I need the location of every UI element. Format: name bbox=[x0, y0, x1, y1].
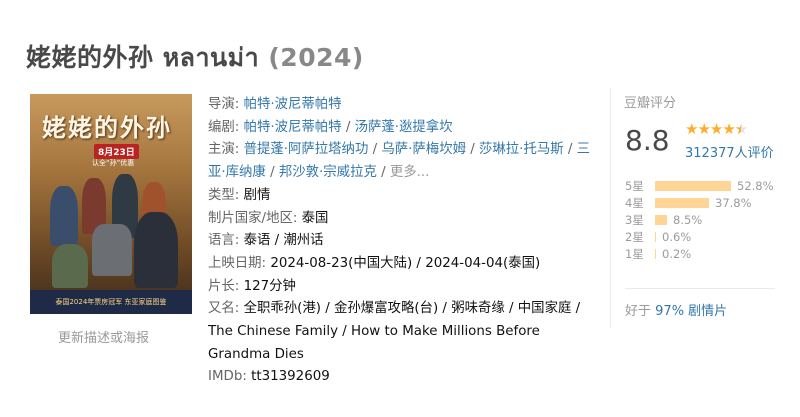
rating-bar-percent: 52.8% bbox=[737, 178, 774, 193]
language-value: 泰语 / 潮州话 bbox=[243, 233, 324, 249]
aka-label: 又名: bbox=[208, 301, 240, 317]
better-than-prefix: 好于 bbox=[625, 304, 652, 319]
release-label: 上映日期: bbox=[208, 255, 267, 271]
country-value: 泰国 bbox=[301, 210, 329, 226]
rating-panel-title: 豆瓣评分 bbox=[624, 96, 677, 111]
runtime-label: 片长: bbox=[208, 278, 240, 294]
rating-bar-percent: 0.2% bbox=[662, 246, 692, 261]
aka-row: 又名: 全职乖孙(港) / 金孙爆富攻略(台) / 粥味奇缘 / 中国家庭 / … bbox=[208, 298, 594, 366]
movie-name: 姥姥的外孙 หลานม่า bbox=[26, 43, 260, 72]
genre-label: 类型: bbox=[208, 187, 240, 203]
rating-bar-label: 2星 bbox=[625, 229, 644, 244]
poster-title: 姥姥的外孙 bbox=[42, 113, 172, 142]
language-row: 语言: 泰语 / 潮州话 bbox=[208, 230, 594, 253]
update-poster-link[interactable]: 更新描述或海报 bbox=[58, 327, 149, 346]
imdb-value: tt31392609 bbox=[251, 369, 330, 385]
rating-bar bbox=[655, 180, 731, 191]
rating-stars-icon: ★★★★★★ bbox=[685, 120, 748, 138]
imdb-row: IMDb: tt31392609 bbox=[208, 366, 594, 389]
genre-value: 剧情 bbox=[243, 187, 271, 203]
release-row: 上映日期: 2024-08-23(中国大陆) / 2024-04-04(泰国) bbox=[208, 253, 594, 276]
director-row: 导演: 帕特·波尼蒂帕特 bbox=[208, 94, 594, 117]
rating-bar bbox=[655, 214, 667, 225]
rating-bar-percent: 0.6% bbox=[662, 229, 692, 244]
writer-label: 编剧: bbox=[208, 119, 240, 135]
rating-bar bbox=[655, 197, 709, 208]
country-row: 制片国家/地区: 泰国 bbox=[208, 208, 594, 231]
rating-bar-percent: 8.5% bbox=[673, 212, 703, 227]
poster-banner: 泰国2024年票房冠军 东亚家庭图鉴 bbox=[30, 290, 192, 314]
movie-title: 姥姥的外孙 หลานม่า (2024) bbox=[26, 38, 364, 78]
director-link[interactable]: 帕特·波尼蒂帕特 bbox=[244, 97, 342, 112]
movie-info: 导演: 帕特·波尼蒂帕特 编剧: 帕特·波尼蒂帕特 / 汤萨蓬·逖提拿坎 主演:… bbox=[208, 94, 594, 389]
country-label: 制片国家/地区: bbox=[208, 210, 298, 226]
writer-link[interactable]: 汤萨蓬·逖提拿坎 bbox=[355, 120, 453, 135]
rating-bar-row[interactable]: 4星 37.8% bbox=[625, 194, 774, 211]
cast-row: 主演: 普提蓬·阿萨拉塔纳功 / 乌萨·萨梅坎姆 / 莎琳拉·托马斯 / 三亚·… bbox=[208, 142, 591, 181]
rating-bar-label: 5星 bbox=[625, 178, 644, 193]
cast-link[interactable]: 莎琳拉·托马斯 bbox=[479, 142, 564, 157]
rating-distribution: 5星 52.8% 4星 37.8% 3星 8.5% 2星 0.6% 1星 0.2… bbox=[625, 177, 774, 262]
rating-panel: 豆瓣评分 8.8 ★★★★★★ 312377人评价 5星 52.8% 4星 37… bbox=[610, 88, 799, 328]
rating-score: 8.8 bbox=[625, 124, 670, 157]
aka-value: 全职乖孙(港) / 金孙爆富攻略(台) / 粥味奇缘 / 中国家庭 / The … bbox=[208, 301, 581, 362]
rating-bar-label: 3星 bbox=[625, 212, 644, 227]
cast-more-link[interactable]: 更多... bbox=[390, 165, 430, 180]
runtime-value: 127分钟 bbox=[243, 278, 296, 294]
cast-link[interactable]: 乌萨·萨梅坎姆 bbox=[381, 142, 466, 157]
rating-bar-percent: 37.8% bbox=[715, 195, 752, 210]
release-value: 2024-08-23(中国大陆) / 2024-04-04(泰国) bbox=[270, 255, 541, 271]
cast-link[interactable]: 普提蓬·阿萨拉塔纳功 bbox=[244, 142, 369, 157]
poster-tagline: 认全“孙”优惠 bbox=[92, 159, 135, 167]
writer-link[interactable]: 帕特·波尼蒂帕特 bbox=[244, 120, 342, 135]
cast-label: 主演: bbox=[208, 142, 240, 158]
genre-row: 类型: 剧情 bbox=[208, 185, 594, 208]
rating-bar bbox=[655, 231, 656, 242]
rating-bar-row[interactable]: 2星 0.6% bbox=[625, 228, 774, 245]
language-label: 语言: bbox=[208, 233, 240, 249]
movie-poster[interactable]: 姥姥的外孙 8月23日 认全“孙”优惠 泰国2024年票房冠军 东亚家庭图鉴 bbox=[30, 94, 192, 314]
movie-year: (2024) bbox=[268, 43, 364, 72]
rating-bar-label: 4星 bbox=[625, 195, 644, 210]
rating-bar-row[interactable]: 1星 0.2% bbox=[625, 245, 774, 262]
better-than: 好于 97% 剧情片 bbox=[625, 300, 727, 319]
rating-bar-row[interactable]: 5星 52.8% bbox=[625, 177, 774, 194]
rating-divider bbox=[625, 288, 775, 289]
poster-date: 8月23日 bbox=[94, 144, 139, 159]
cast-link[interactable]: 邦沙敦·宗威拉克 bbox=[279, 165, 377, 180]
rating-votes-link[interactable]: 312377人评价 bbox=[685, 142, 774, 161]
rating-bar bbox=[655, 248, 656, 259]
writer-row: 编剧: 帕特·波尼蒂帕特 / 汤萨蓬·逖提拿坎 bbox=[208, 119, 453, 135]
director-label: 导演: bbox=[208, 97, 240, 112]
better-than-link[interactable]: 97% 剧情片 bbox=[655, 304, 727, 319]
imdb-label: IMDb: bbox=[208, 369, 247, 385]
rating-bar-label: 1星 bbox=[625, 246, 644, 261]
rating-bar-row[interactable]: 3星 8.5% bbox=[625, 211, 774, 228]
runtime-row: 片长: 127分钟 bbox=[208, 276, 594, 299]
